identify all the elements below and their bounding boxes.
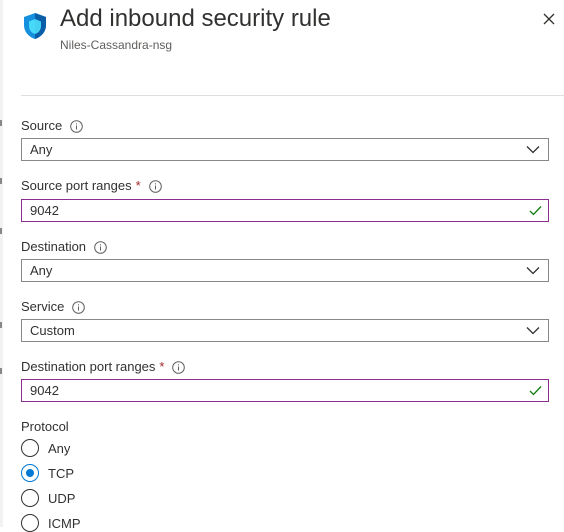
page-subtitle: Niles-Cassandra-nsg [60, 38, 173, 52]
background-panel-edge [0, 0, 3, 527]
protocol-radio-tcp[interactable]: TCP [21, 464, 74, 482]
protocol-radio-icmp[interactable]: ICMP [21, 514, 81, 532]
source-port-ranges-input[interactable]: 9042 [21, 199, 549, 222]
destination-port-ranges-label-row: Destination port ranges * [21, 359, 186, 375]
checkmark-icon [529, 206, 542, 216]
edge-mark [0, 228, 2, 234]
source-port-ranges-label-row: Source port ranges * [21, 178, 162, 194]
radio-circle[interactable] [21, 439, 39, 457]
source-label-row: Source [21, 118, 84, 134]
source-port-ranges-value: 9042 [30, 203, 59, 218]
edge-mark [0, 322, 2, 328]
destination-label-row: Destination [21, 239, 107, 255]
protocol-label: Protocol [21, 419, 69, 434]
edge-mark [0, 368, 2, 374]
protocol-radio-udp[interactable]: UDP [21, 489, 75, 507]
source-select-value: Any [30, 142, 53, 157]
info-icon[interactable] [148, 179, 162, 193]
protocol-radio-any[interactable]: Any [21, 439, 70, 457]
header-divider [21, 95, 564, 96]
page-title: Add inbound security rule [60, 5, 331, 32]
info-icon[interactable] [94, 240, 107, 254]
destination-port-ranges-value: 9042 [30, 383, 59, 398]
info-icon[interactable] [70, 119, 84, 133]
destination-select-value: Any [30, 263, 53, 278]
service-select-value: Custom [30, 323, 75, 338]
shield-icon [24, 13, 46, 39]
required-marker: * [135, 178, 141, 193]
edge-mark [0, 120, 2, 126]
radio-label: Any [48, 440, 71, 456]
radio-label: ICMP [48, 515, 81, 531]
source-port-ranges-label: Source port ranges [21, 178, 132, 193]
destination-label: Destination [21, 239, 87, 254]
radio-circle-selected[interactable] [21, 464, 39, 482]
radio-label: TCP [48, 465, 74, 481]
radio-dot [26, 469, 34, 477]
destination-select[interactable]: Any [21, 259, 549, 282]
source-label: Source [21, 118, 63, 133]
destination-port-ranges-input[interactable]: 9042 [21, 379, 549, 402]
close-icon[interactable] [538, 8, 560, 30]
panel-header: Add inbound security rule Niles-Cassandr… [0, 0, 564, 60]
required-marker: * [159, 359, 165, 374]
info-icon[interactable] [72, 300, 86, 314]
checkmark-icon [529, 386, 542, 396]
protocol-label-row: Protocol [21, 419, 69, 435]
radio-circle[interactable] [21, 489, 39, 507]
destination-port-ranges-label: Destination port ranges [21, 359, 156, 374]
chevron-down-icon [526, 327, 540, 335]
chevron-down-icon [526, 146, 540, 154]
info-icon[interactable] [172, 360, 186, 374]
source-select[interactable]: Any [21, 138, 549, 161]
service-label: Service [21, 299, 65, 314]
radio-circle[interactable] [21, 514, 39, 532]
service-select[interactable]: Custom [21, 319, 549, 342]
radio-label: UDP [48, 490, 76, 506]
service-label-row: Service [21, 299, 86, 315]
chevron-down-icon [526, 267, 540, 275]
edge-mark [0, 178, 2, 184]
